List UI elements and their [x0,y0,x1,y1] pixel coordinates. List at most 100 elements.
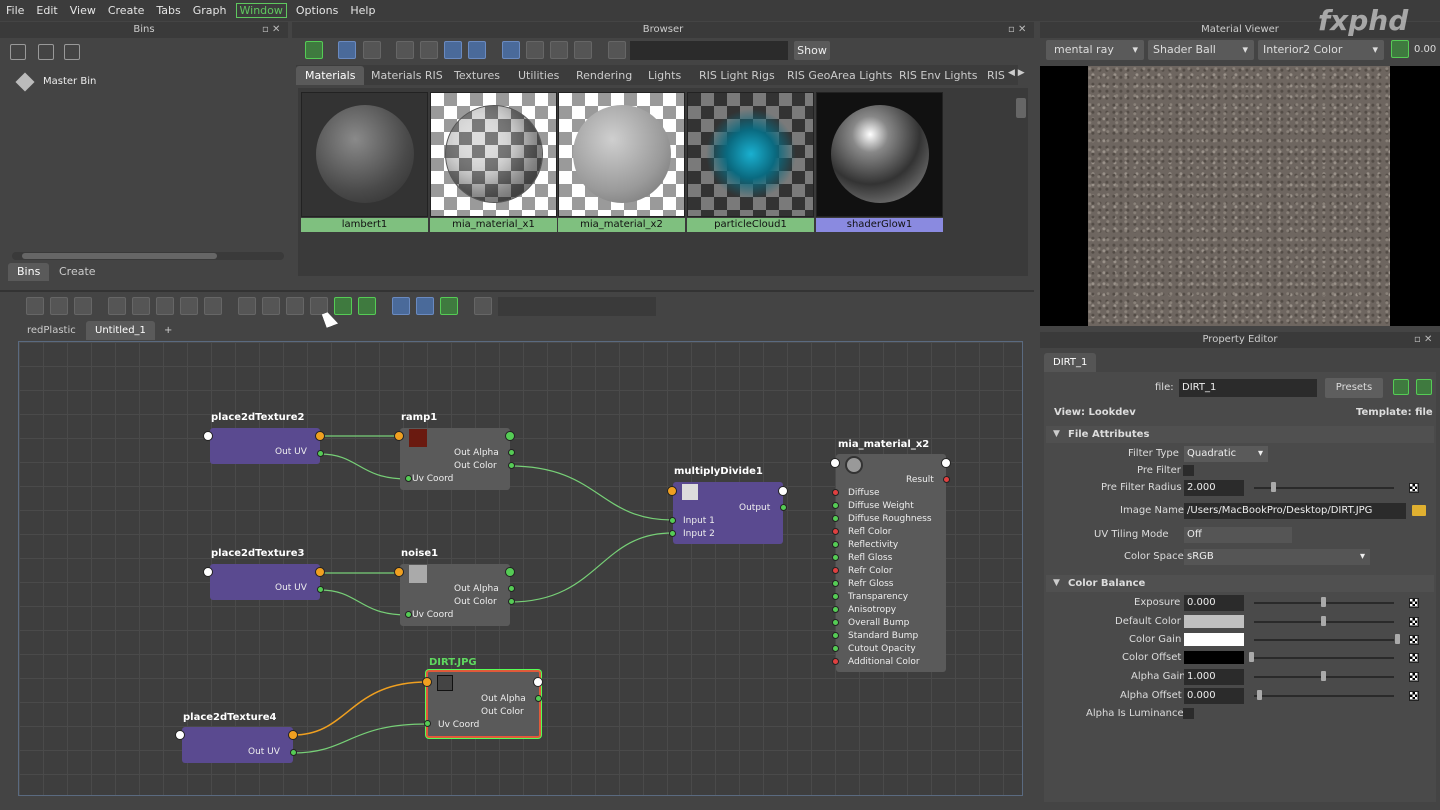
tab-ris-geoarea-lights[interactable]: RIS GeoArea Lights [778,66,901,85]
multdiv-in-port[interactable] [667,486,677,496]
dirt-uv-port[interactable] [424,720,431,727]
ramp-out-port[interactable] [505,431,515,441]
menu-create[interactable]: Create [102,4,151,17]
mia-port[interactable] [832,515,839,522]
tab-untitled-1[interactable]: Untitled_1 [86,321,155,340]
node-dirt-jpg[interactable]: Out Alpha Out Color Uv Coord [426,670,541,738]
bins-scrollbar[interactable] [12,252,284,260]
swatch-label-particlecloud[interactable]: particleCloud1 [687,218,814,232]
alpha-luminance-checkbox[interactable] [1183,708,1194,719]
mia-port[interactable] [832,658,839,665]
mia-port[interactable] [832,502,839,509]
exposure-input[interactable]: 0.000 [1184,595,1244,611]
pre-filter-radius-input[interactable]: 2.000 [1184,480,1244,496]
tab-ris-light-rigs[interactable]: RIS Light Rigs [690,66,784,85]
mia-port[interactable] [832,567,839,574]
filter-type-select[interactable]: Quadratic ▾ [1184,446,1268,462]
swatch-label-mia-x2[interactable]: mia_material_x2 [558,218,685,232]
layout-2-icon[interactable] [180,297,198,315]
multdiv-output-port[interactable] [780,504,787,511]
alpha-offset-slider[interactable] [1254,695,1394,697]
node-noise1[interactable]: Out Alpha Out Color Uv Coord [400,564,510,626]
p2d2-outuv-port[interactable] [317,450,324,457]
sort-time-icon[interactable] [550,41,568,59]
view-icon-2[interactable] [363,41,381,59]
collapse-arrow-icon[interactable]: ▼ [1053,578,1060,588]
mia-port[interactable] [832,554,839,561]
tab-lights[interactable]: Lights [639,66,690,85]
graph-output-icon[interactable] [74,297,92,315]
dirt-out-port[interactable] [533,677,543,687]
mia-port[interactable] [832,632,839,639]
menu-view[interactable]: View [64,4,102,17]
exposure-knob[interactable] [1321,597,1326,607]
tab-redplastic[interactable]: redPlastic [18,321,85,340]
menu-tabs[interactable]: Tabs [150,4,186,17]
default-color-swatch[interactable] [1184,615,1244,628]
alpha-offset-input[interactable]: 0.000 [1184,688,1244,704]
mia-out-port[interactable] [941,458,951,468]
swatch-label-mia-x1[interactable]: mia_material_x1 [430,218,557,232]
connected-view-icon[interactable] [262,297,280,315]
tab-materials-ris[interactable]: Materials RIS [362,66,452,85]
map-button-icon[interactable] [1409,672,1419,682]
alpha-gain-knob[interactable] [1321,671,1326,681]
frame-icon[interactable] [358,297,376,315]
graph-io-icon[interactable] [50,297,68,315]
tab-utilities[interactable]: Utilities [509,66,568,85]
swatch-shaderglow[interactable] [816,92,943,217]
p2d2-in-port[interactable] [203,431,213,441]
dirt-in-port[interactable] [422,677,432,687]
grid-icon[interactable] [392,297,410,315]
tab-create[interactable]: Create [50,262,105,281]
map-button-icon[interactable] [1409,653,1419,663]
view-icon-4[interactable] [420,41,438,59]
map-button-icon[interactable] [1409,691,1419,701]
map-button-icon[interactable] [1409,617,1419,627]
node-search-input[interactable] [498,297,656,316]
layout-icon[interactable] [156,297,174,315]
sort-type-icon[interactable] [526,41,544,59]
node-mia-material-x2[interactable]: Result Diffuse Diffuse Weight Diffuse Ro… [836,454,946,672]
menu-file[interactable]: File [0,4,30,17]
ramp-alpha-port[interactable] [508,449,515,456]
view-icon-5[interactable] [444,41,462,59]
pre-filter-radius-knob[interactable] [1271,482,1276,492]
swatch-particlecloud[interactable] [687,92,814,217]
node-place2d2[interactable]: Out UV [210,428,320,464]
tab-bins[interactable]: Bins [8,263,50,281]
color-gain-swatch[interactable] [1184,633,1244,646]
swatch-mia-x1[interactable] [430,92,557,217]
swatch-mia-x2[interactable] [558,92,685,217]
browser-close-icon[interactable]: ▫ ✕ [1008,24,1026,35]
menu-edit[interactable]: Edit [30,4,63,17]
ramp-uv-port[interactable] [405,475,412,482]
tab-ris-env-lights[interactable]: RIS Env Lights [890,66,986,85]
tabs-scroll-icon[interactable]: ◀ ▶ [1008,68,1025,78]
search-icon[interactable] [334,297,352,315]
color-offset-slider[interactable] [1254,657,1394,659]
tab-textures[interactable]: Textures [445,66,509,85]
bin-tool-icon[interactable] [38,44,54,60]
full-view-icon[interactable] [286,297,304,315]
pe-tab-dirt1[interactable]: DIRT_1 [1044,353,1097,372]
uv-tiling-select[interactable]: Off [1184,527,1292,543]
view-icon-3[interactable] [396,41,414,59]
tab-rendering[interactable]: Rendering [567,66,641,85]
node-place2d4[interactable]: Out UV [182,727,293,763]
p2d4-out-port[interactable] [288,730,298,740]
menu-window[interactable]: Window [235,3,287,18]
browser-search-input[interactable] [630,41,788,60]
refresh-icon[interactable] [574,41,592,59]
add-bin-icon[interactable] [10,44,26,60]
menu-graph[interactable]: Graph [187,4,233,17]
section-color-balance[interactable]: Color Balance [1046,575,1434,592]
alpha-offset-knob[interactable] [1257,690,1262,700]
multdiv-input1-port[interactable] [669,517,676,524]
node-ramp1[interactable]: Out Alpha Out Color Uv Coord [400,428,510,490]
mia-port[interactable] [832,541,839,548]
color-offset-swatch[interactable] [1184,651,1244,664]
p2d3-in-port[interactable] [203,567,213,577]
master-bin-label[interactable]: Master Bin [43,76,96,87]
render-refresh-icon[interactable] [1391,40,1409,58]
